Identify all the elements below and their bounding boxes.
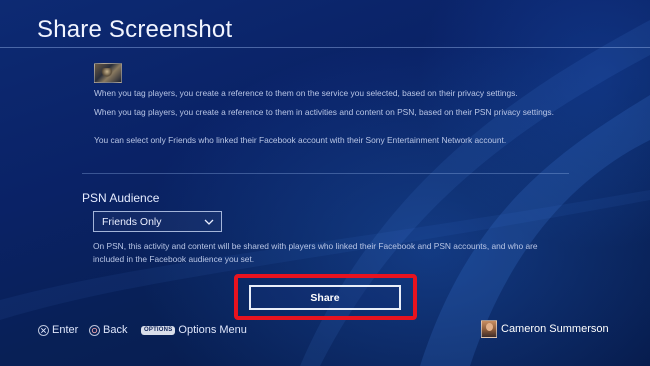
chevron-down-icon [204, 219, 214, 225]
avatar [481, 320, 497, 338]
user-account: Cameron Summerson [481, 320, 609, 338]
psn-audience-selected: Friends Only [102, 215, 162, 228]
enter-hint[interactable]: Enter [38, 324, 78, 336]
screenshot-thumbnail [94, 63, 122, 83]
title-divider [0, 47, 650, 48]
options-hint-label: Options Menu [178, 324, 247, 336]
tag-info-friends: You can select only Friends who linked t… [94, 135, 507, 145]
psn-audience-label: PSN Audience [82, 191, 160, 205]
section-divider [82, 173, 569, 174]
back-hint[interactable]: Back [89, 324, 127, 336]
enter-hint-label: Enter [52, 324, 79, 336]
footer-bar: Enter Back OPTIONS Options Menu Cameron … [0, 320, 650, 342]
tag-info-service: When you tag players, you create a refer… [94, 88, 518, 98]
cross-button-icon [38, 324, 49, 336]
tag-info-psn: When you tag players, you create a refer… [94, 107, 554, 117]
psn-audience-description: On PSN, this activity and content will b… [93, 241, 538, 264]
options-hint[interactable]: OPTIONS Options Menu [141, 324, 247, 336]
back-hint-label: Back [103, 324, 128, 336]
share-button[interactable]: Share [249, 285, 401, 310]
user-name: Cameron Summerson [501, 323, 609, 335]
page-title: Share Screenshot [37, 16, 233, 43]
circle-button-icon [89, 324, 100, 336]
psn-audience-dropdown[interactable]: Friends Only [93, 211, 222, 232]
options-button-icon: OPTIONS [141, 325, 176, 335]
